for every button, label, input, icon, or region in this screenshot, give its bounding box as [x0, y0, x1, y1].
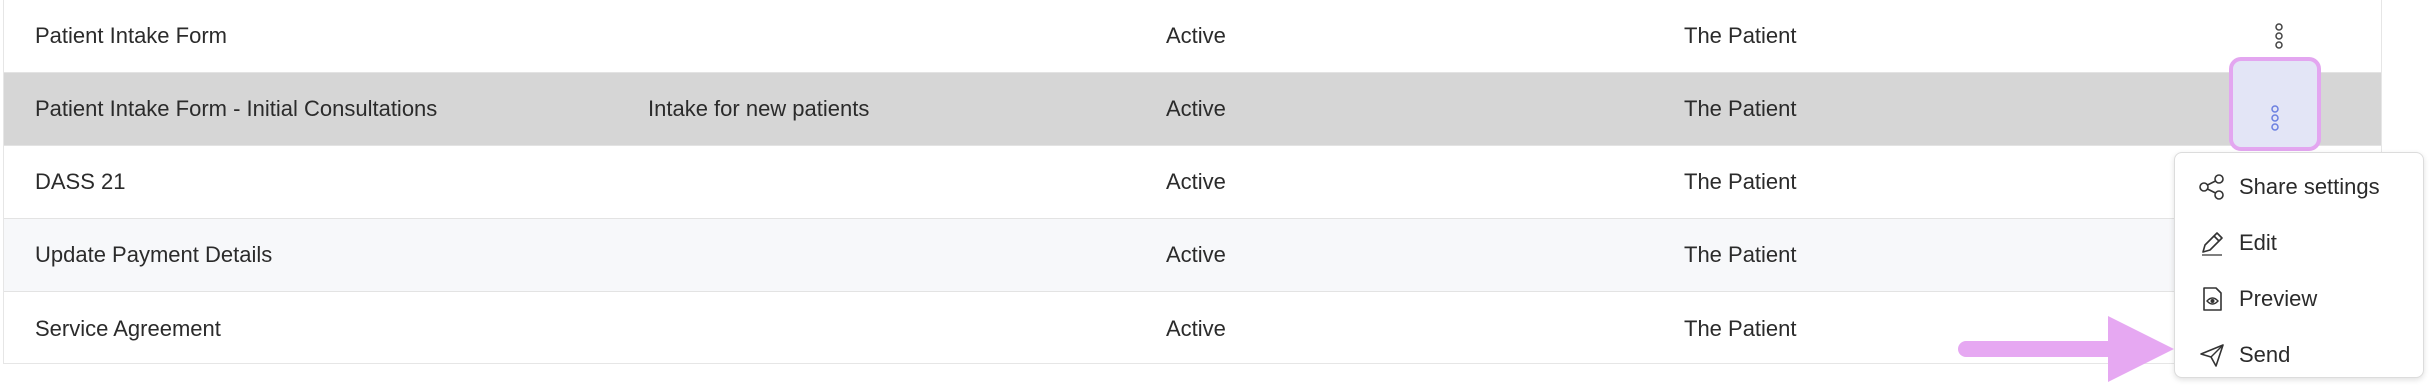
menu-item-preview[interactable]: Preview	[2175, 271, 2423, 327]
form-status: Active	[1166, 96, 1226, 121]
row-actions-button[interactable]	[2261, 18, 2297, 54]
form-status: Active	[1166, 169, 1226, 194]
form-recipient: The Patient	[1684, 23, 1797, 48]
menu-item-share-settings[interactable]: Share settings	[2175, 159, 2423, 215]
form-status: Active	[1166, 315, 1226, 341]
form-recipient: The Patient	[1684, 315, 1797, 341]
form-recipient: The Patient	[1684, 242, 1797, 267]
table-row[interactable]: Service Agreement Active The Patient	[4, 292, 2381, 365]
row-actions-menu: Share settings Edit Preview Send	[2174, 152, 2424, 378]
table-row[interactable]: DASS 21 Active The Patient	[4, 146, 2381, 219]
form-name: Patient Intake Form	[35, 23, 227, 48]
form-status: Active	[1166, 23, 1226, 48]
form-name: Service Agreement	[35, 315, 221, 341]
menu-item-edit[interactable]: Edit	[2175, 215, 2423, 271]
preview-icon	[2203, 287, 2222, 311]
form-name: Patient Intake Form - Initial Consultati…	[35, 96, 438, 121]
table-row[interactable]: Patient Intake Form Active The Patient	[4, 0, 2381, 73]
menu-item-label: Preview	[2239, 286, 2318, 311]
form-description: Intake for new patients	[648, 96, 870, 121]
menu-item-label: Share settings	[2239, 174, 2380, 199]
form-recipient: The Patient	[1684, 169, 1797, 194]
form-name: Update Payment Details	[35, 242, 273, 267]
menu-item-label: Send	[2239, 342, 2291, 367]
menu-item-label: Edit	[2239, 230, 2277, 255]
pencil-icon	[2202, 232, 2223, 256]
kebab-menu-icon	[2271, 105, 2279, 131]
menu-item-send[interactable]: Send	[2175, 327, 2423, 383]
row-actions-button-active[interactable]	[2257, 100, 2293, 136]
forms-table: Patient Intake Form Active The Patient P…	[3, 0, 2382, 364]
form-recipient: The Patient	[1684, 96, 1797, 121]
table-row[interactable]: Update Payment Details Active The Patien…	[4, 219, 2381, 292]
form-status: Active	[1166, 242, 1226, 267]
send-icon	[2200, 344, 2224, 367]
form-name: DASS 21	[35, 169, 126, 194]
kebab-menu-icon	[2275, 23, 2283, 49]
share-icon	[2199, 174, 2224, 200]
table-row-selected[interactable]: Patient Intake Form - Initial Consultati…	[4, 73, 2381, 146]
